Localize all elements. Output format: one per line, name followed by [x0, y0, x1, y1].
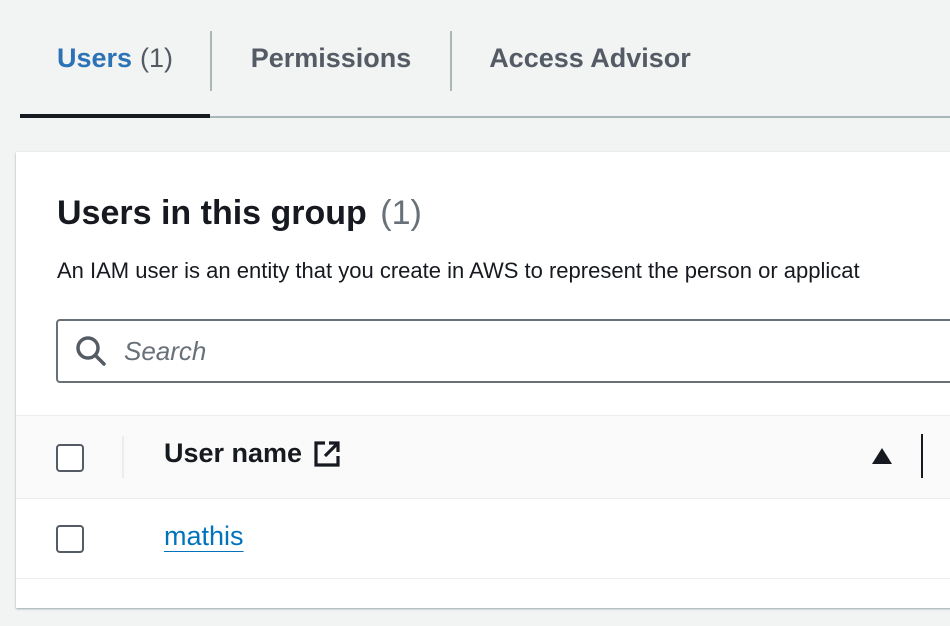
- tab-users-label: Users: [56, 42, 133, 73]
- select-all-checkbox[interactable]: [56, 444, 84, 472]
- table-header: User name: [16, 415, 950, 499]
- panel-description: An IAM user is an entity that you create…: [57, 258, 860, 283]
- column-header-user-name[interactable]: User name: [164, 438, 342, 469]
- search-icon: [76, 336, 106, 366]
- table-row: mathis: [16, 499, 950, 579]
- column-divider: [122, 436, 124, 478]
- tab-users[interactable]: Users (1): [20, 0, 210, 118]
- user-name-link[interactable]: mathis: [164, 521, 244, 552]
- search-input[interactable]: [122, 334, 886, 368]
- tab-access-advisor[interactable]: Access Advisor: [452, 0, 728, 116]
- tab-permissions[interactable]: Permissions: [212, 0, 450, 116]
- external-link-icon[interactable]: [312, 439, 342, 469]
- panel-title-count: (1): [380, 194, 422, 232]
- column-resizer[interactable]: [921, 434, 923, 478]
- page: Users (1) Permissions Access Advisor Use…: [0, 0, 950, 626]
- tab-bar: Users (1) Permissions Access Advisor: [20, 0, 950, 118]
- tab-users-count: (1): [140, 42, 174, 73]
- users-in-group-panel: Users in this group (1) An IAM user is a…: [16, 152, 950, 608]
- search-box[interactable]: [56, 319, 950, 383]
- tab-access-advisor-label: Access Advisor: [489, 42, 691, 73]
- column-header-label: User name: [164, 438, 303, 468]
- sort-ascending-icon[interactable]: [871, 447, 893, 465]
- tab-permissions-label: Permissions: [250, 42, 412, 73]
- panel-title-text: Users in this group: [57, 194, 367, 232]
- panel-title: Users in this group (1): [57, 194, 422, 233]
- row-checkbox[interactable]: [56, 525, 84, 553]
